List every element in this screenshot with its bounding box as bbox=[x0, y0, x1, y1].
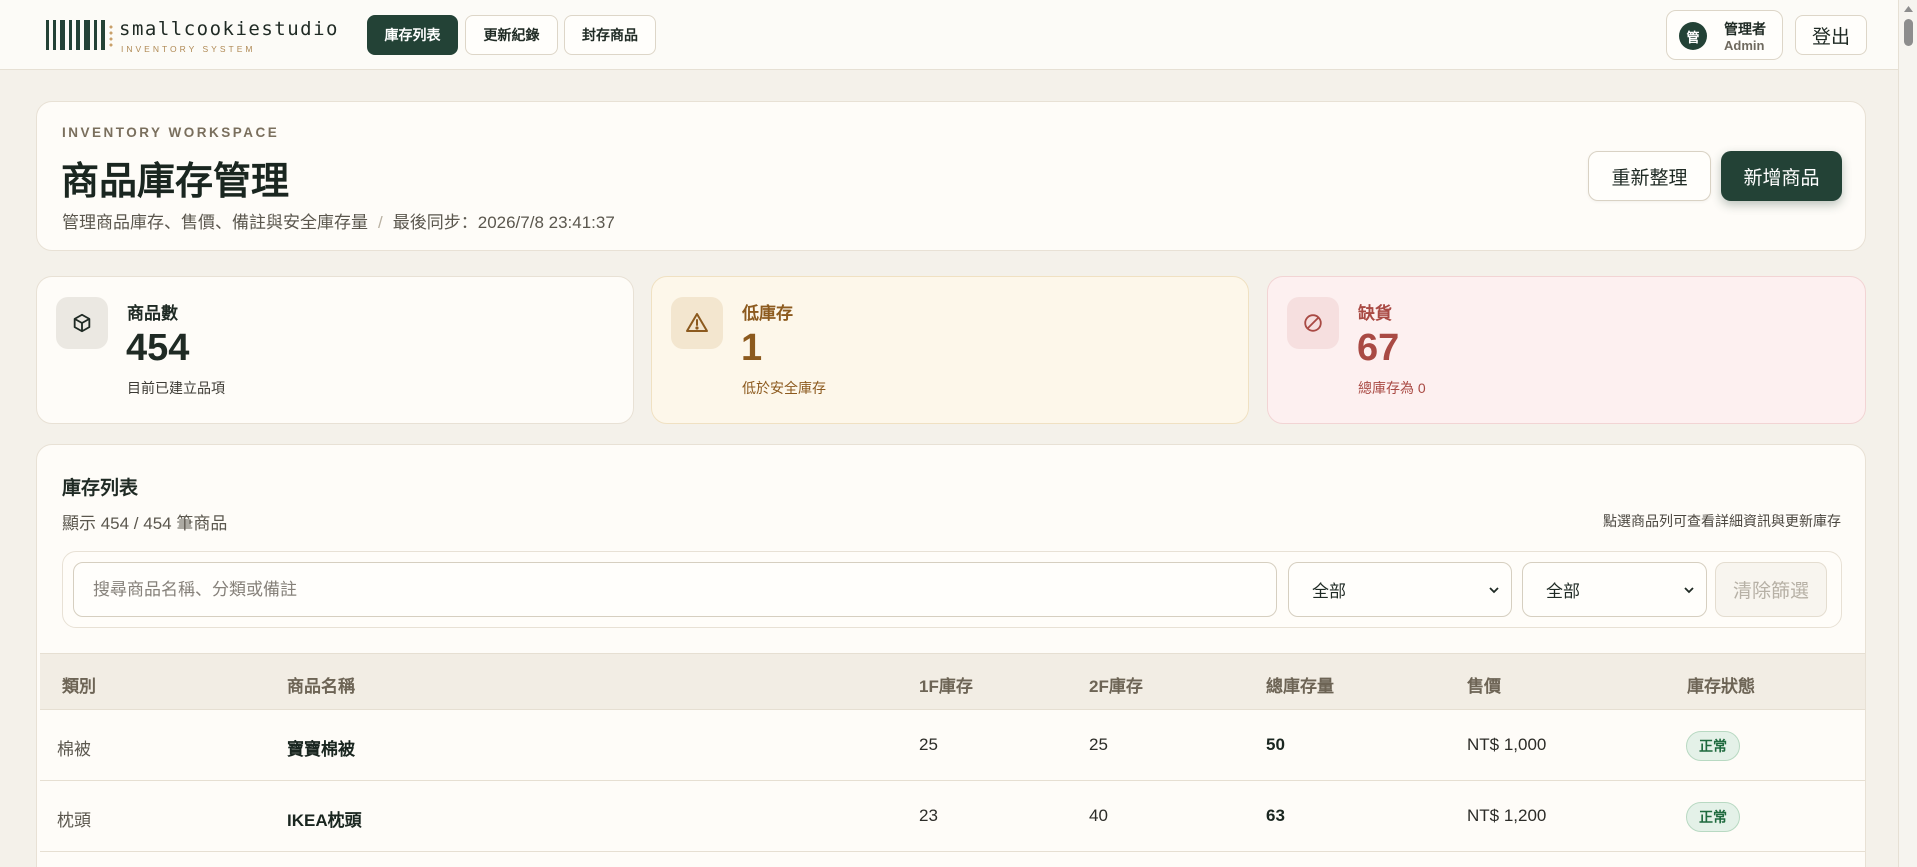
stat-label: 商品數 bbox=[127, 304, 178, 323]
filter-bar: 全部 全部 清除篩選 bbox=[62, 551, 1842, 628]
cell-stock-2f: 40 bbox=[1089, 806, 1108, 825]
stat-subtext: 總庫存為 0 bbox=[1358, 380, 1426, 396]
logout-button[interactable]: 登出 bbox=[1795, 15, 1867, 55]
cell-price: NT$ 1,200 bbox=[1467, 806, 1547, 825]
add-product-button[interactable]: 新增商品 bbox=[1721, 151, 1842, 201]
tab-inventory-list[interactable]: 庫存列表 bbox=[367, 15, 458, 55]
stat-subtext: 低於安全庫存 bbox=[742, 380, 826, 396]
category-filter-select[interactable]: 全部 bbox=[1288, 562, 1512, 617]
cell-price: NT$ 1,000 bbox=[1467, 735, 1547, 754]
category-filter-value: 全部 bbox=[1312, 582, 1346, 601]
chevron-down-icon bbox=[1489, 587, 1499, 594]
barcode-icon bbox=[46, 18, 114, 52]
cell-stock-1f: 25 bbox=[919, 735, 938, 754]
stat-card-products: 商品數 454 目前已建立品項 bbox=[36, 276, 634, 424]
stat-label: 低庫存 bbox=[742, 304, 793, 323]
stat-card-out-of-stock: 缺貨 67 總庫存為 0 bbox=[1267, 276, 1866, 424]
box-icon bbox=[56, 297, 108, 349]
brand-logo[interactable]: smallcookiestudio INVENTORY SYSTEM bbox=[46, 17, 337, 54]
chevron-down-icon bbox=[1684, 587, 1694, 594]
page-description: 管理商品庫存、售價、備註與安全庫存量 / 最後同步：2026/7/8 23:41:3… bbox=[62, 208, 615, 233]
tab-archived[interactable]: 封存商品 bbox=[564, 15, 656, 55]
scroll-up-arrow-icon[interactable] bbox=[1904, 6, 1913, 12]
column-header-stock-1f[interactable]: 1F庫存 bbox=[919, 672, 973, 697]
stat-subtext: 目前已建立品項 bbox=[127, 380, 225, 396]
column-header-name[interactable]: 商品名稱 bbox=[287, 672, 355, 697]
page-eyebrow: INVENTORY WORKSPACE bbox=[62, 125, 280, 140]
stat-value: 1 bbox=[741, 327, 763, 369]
table-row[interactable]: 枕頭 IKEA枕頭 23 40 63 NT$ 1,200 正常 bbox=[40, 781, 1865, 852]
cell-stock-1f: 23 bbox=[919, 806, 938, 825]
page-header: INVENTORY WORKSPACE 商品庫存管理 管理商品庫存、售價、備註與… bbox=[36, 101, 1866, 251]
clear-filters-button[interactable]: 清除篩選 bbox=[1715, 562, 1827, 617]
top-bar: smallcookiestudio INVENTORY SYSTEM 庫存列表 … bbox=[0, 0, 1898, 70]
description-text: 管理商品庫存、售價、備註與安全庫存量 bbox=[62, 213, 368, 232]
table-row[interactable]: 棉被 寶寶棉被 25 25 50 NT$ 1,000 正常 bbox=[40, 710, 1865, 781]
column-header-category[interactable]: 類別 bbox=[62, 672, 96, 697]
user-menu[interactable]: 管 管理者 Admin bbox=[1666, 10, 1783, 60]
status-filter-select[interactable]: 全部 bbox=[1522, 562, 1707, 617]
cell-category: 枕頭 bbox=[57, 811, 91, 830]
stat-card-low-stock: 低庫存 1 低於安全庫存 bbox=[651, 276, 1249, 424]
cell-stock-2f: 25 bbox=[1089, 735, 1108, 754]
column-header-status[interactable]: 庫存狀態 bbox=[1687, 672, 1755, 697]
stat-label: 缺貨 bbox=[1358, 304, 1392, 323]
list-title: 庫存列表 bbox=[62, 478, 139, 499]
column-header-stock-2f[interactable]: 2F庫存 bbox=[1089, 672, 1143, 697]
ban-icon bbox=[1287, 297, 1339, 349]
cell-total: 63 bbox=[1266, 806, 1285, 825]
page-scrollbar[interactable] bbox=[1898, 0, 1917, 867]
inventory-list-card: 庫存列表 顯示 454 / 454 筆商品 點選商品列可查看詳細資訊與更新庫存 … bbox=[36, 444, 1866, 867]
warning-icon bbox=[671, 297, 723, 349]
search-input[interactable] bbox=[73, 562, 1277, 617]
user-role: 管理者 bbox=[1724, 21, 1766, 37]
description-separator: / bbox=[378, 213, 383, 232]
list-hint: 點選商品列可查看詳細資訊與更新庫存 bbox=[1603, 513, 1841, 529]
cell-name: IKEA枕頭 bbox=[287, 811, 362, 830]
tab-update-log[interactable]: 更新紀錄 bbox=[465, 15, 558, 55]
avatar: 管 bbox=[1679, 22, 1707, 50]
scrollbar-thumb[interactable] bbox=[1904, 19, 1913, 46]
brand-subtitle: INVENTORY SYSTEM bbox=[121, 44, 256, 54]
column-header-total[interactable]: 總庫存量 bbox=[1266, 672, 1334, 697]
column-header-price[interactable]: 售價 bbox=[1467, 672, 1501, 697]
last-sync-text: 最後同步：2026/7/8 23:41:37 bbox=[392, 213, 615, 232]
refresh-button[interactable]: 重新整理 bbox=[1588, 151, 1711, 201]
stat-value: 454 bbox=[126, 327, 190, 369]
status-filter-value: 全部 bbox=[1546, 582, 1580, 601]
brand-name: smallcookiestudio bbox=[119, 18, 339, 40]
page-title: 商品庫存管理 bbox=[61, 161, 290, 203]
status-badge: 正常 bbox=[1686, 731, 1740, 761]
cell-name: 寶寶棉被 bbox=[287, 740, 355, 759]
user-name: Admin bbox=[1724, 38, 1765, 53]
cell-total: 50 bbox=[1266, 735, 1285, 754]
stat-value: 67 bbox=[1357, 327, 1400, 369]
list-count: 顯示 454 / 454 筆商品 bbox=[62, 514, 228, 533]
cell-category: 棉被 bbox=[57, 740, 91, 759]
table-header: 類別 商品名稱 1F庫存 2F庫存 總庫存量 售價 庫存狀態 bbox=[40, 653, 1865, 710]
status-badge: 正常 bbox=[1686, 802, 1740, 832]
inventory-table: 類別 商品名稱 1F庫存 2F庫存 總庫存量 售價 庫存狀態 棉被 寶寶棉被 2… bbox=[37, 653, 1865, 852]
